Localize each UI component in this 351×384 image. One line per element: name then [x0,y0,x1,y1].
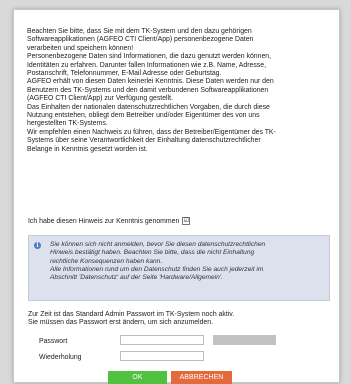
privacy-dialog: Beachten Sie bitte, dass Sie mit dem TK-… [13,9,340,384]
notice-line: Belange in Kenntnis gesetzt worden ist. [27,145,148,153]
repeat-password-input[interactable] [120,351,204,361]
notice-line: Identitäten zu erfahren. Darunter fallen… [27,61,267,69]
info-line: rechtliche Konsequenzen haben kann. [50,257,163,265]
password-label: Passwort [39,338,68,345]
notice-line: Systems über seine Verantwortlichkeit de… [27,137,261,145]
acknowledge-checkbox[interactable]: ☑ [182,217,191,225]
password-input[interactable] [120,335,204,345]
cancel-button[interactable]: ABBRECHEN [171,371,232,384]
notice-line: (AGFEO CTI Client/App) zur Verfügung ges… [27,95,173,103]
info-line: Sie können sich nicht anmelden, bevor Si… [50,241,266,248]
info-line: Alle Informationen rund um den Datenschu… [50,265,264,273]
notice-line: Personenbezogene Daten sind Informatione… [27,53,272,61]
ok-button[interactable]: OK [108,371,167,384]
notice-line: Beachten Sie bitte, dass Sie mit dem TK-… [27,28,252,35]
acknowledge-row[interactable]: Ich habe diesen Hinweis zur Kenntnis gen… [28,217,191,225]
repeat-password-label: Wiederholung [39,354,82,361]
acknowledge-label: Ich habe diesen Hinweis zur Kenntnis gen… [28,217,180,225]
notice-line: AGFEO erhält von diesen Daten keinerlei … [27,78,274,86]
password-notice-line: Zur Zeit ist das Standard Admin Passwort… [28,311,235,318]
notice-line: hergestellten TK-Systems. [27,120,108,128]
notice-line: Postanschrift, Telefonnummer, E-Mail Adr… [27,70,222,78]
notice-line: verarbeiten und speichern können! [27,44,134,52]
notice-line: Benutzern des TK-Systems und den damit v… [27,86,269,94]
info-line: Hinweis bestätigt haben. Beachten Sie bi… [50,249,255,257]
info-box: i Sie können sich nicht anmelden, bevor … [28,235,330,301]
info-icon: i [34,242,41,249]
password-notice: Zur Zeit ist das Standard Admin Passwort… [28,311,333,328]
notice-line: Nutzung entstehen, obliegt dem Betreiber… [27,112,260,120]
notice-line: Das Einhalten der nationalen datenschutz… [27,103,270,111]
password-notice-line: Sie müssen das Passwort erst ändern, um … [28,319,213,327]
notice-line: Wir empfehlen einen Nachweis zu führen, … [27,128,276,136]
privacy-notice-text: Beachten Sie bitte, dass Sie mit dem TK-… [27,28,332,154]
info-line: Abschnitt 'Datenschutz' auf der Seite 'H… [50,274,223,282]
password-strength-indicator [213,335,276,345]
info-text: Sie können sich nicht anmelden, bevor Si… [50,241,326,282]
notice-line: Softwareapplikationen (AGFEO CTI Client/… [27,36,254,44]
